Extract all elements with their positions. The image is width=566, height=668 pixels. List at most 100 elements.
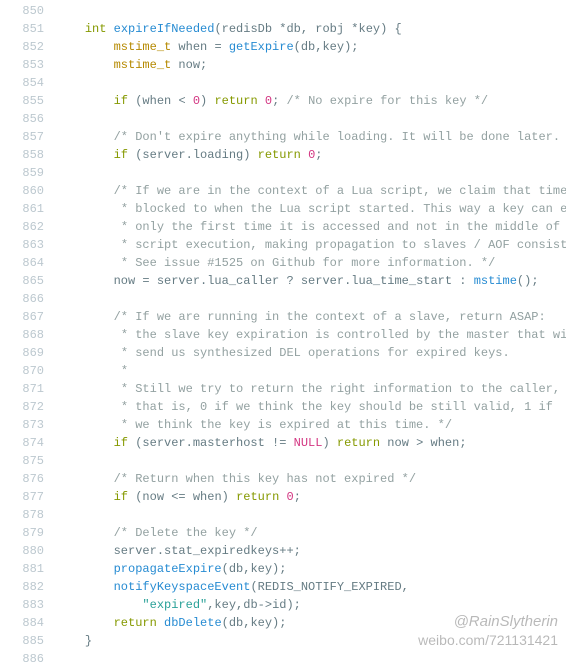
code-line: 869 * send us synthesized DEL operations…: [0, 344, 566, 362]
code-line: 870 *: [0, 362, 566, 380]
line-number: 856: [0, 110, 56, 128]
line-number: 854: [0, 74, 56, 92]
code-line: 862 * only the first time it is accessed…: [0, 218, 566, 236]
line-source: mstime_t when = getExpire(db,key);: [56, 38, 566, 56]
line-number: 862: [0, 218, 56, 236]
line-number: 857: [0, 128, 56, 146]
code-line: 863 * script execution, making propagati…: [0, 236, 566, 254]
code-line: 874 if (server.masterhost != NULL) retur…: [0, 434, 566, 452]
line-source: return dbDelete(db,key);: [56, 614, 566, 632]
line-number: 865: [0, 272, 56, 290]
line-source: * script execution, making propagation t…: [56, 236, 566, 254]
line-source: propagateExpire(db,key);: [56, 560, 566, 578]
line-source: * the slave key expiration is controlled…: [56, 326, 566, 344]
line-number: 851: [0, 20, 56, 38]
line-number: 859: [0, 164, 56, 182]
code-line: 859: [0, 164, 566, 182]
code-line: 881 propagateExpire(db,key);: [0, 560, 566, 578]
line-number: 861: [0, 200, 56, 218]
line-source: [56, 506, 566, 524]
line-number: 882: [0, 578, 56, 596]
line-number: 885: [0, 632, 56, 650]
line-number: 875: [0, 452, 56, 470]
line-number: 863: [0, 236, 56, 254]
code-line: 882 notifyKeyspaceEvent(REDIS_NOTIFY_EXP…: [0, 578, 566, 596]
line-source: * that is, 0 if we think the key should …: [56, 398, 566, 416]
code-line: 856: [0, 110, 566, 128]
code-line: 872 * that is, 0 if we think the key sho…: [0, 398, 566, 416]
code-line: 867 /* If we are running in the context …: [0, 308, 566, 326]
code-line: 864 * See issue #1525 on Github for more…: [0, 254, 566, 272]
code-line: 876 /* Return when this key has not expi…: [0, 470, 566, 488]
line-source: [56, 452, 566, 470]
line-number: 883: [0, 596, 56, 614]
code-line: 866: [0, 290, 566, 308]
code-line: 886: [0, 650, 566, 668]
line-number: 853: [0, 56, 56, 74]
code-line: 877 if (now <= when) return 0;: [0, 488, 566, 506]
line-source: [56, 74, 566, 92]
code-line: 860 /* If we are in the context of a Lua…: [0, 182, 566, 200]
line-number: 867: [0, 308, 56, 326]
code-line: 858 if (server.loading) return 0;: [0, 146, 566, 164]
code-line: 875: [0, 452, 566, 470]
code-line: 868 * the slave key expiration is contro…: [0, 326, 566, 344]
line-number: 886: [0, 650, 56, 668]
line-source: [56, 110, 566, 128]
line-number: 855: [0, 92, 56, 110]
line-source: int expireIfNeeded(redisDb *db, robj *ke…: [56, 20, 566, 38]
line-source: [56, 2, 566, 20]
line-number: 873: [0, 416, 56, 434]
line-source: [56, 650, 566, 668]
line-source: /* Don't expire anything while loading. …: [56, 128, 566, 146]
code-line: 855 if (when < 0) return 0; /* No expire…: [0, 92, 566, 110]
line-number: 868: [0, 326, 56, 344]
line-source: * See issue #1525 on Github for more inf…: [56, 254, 566, 272]
code-line: 873 * we think the key is expired at thi…: [0, 416, 566, 434]
line-source: notifyKeyspaceEvent(REDIS_NOTIFY_EXPIRED…: [56, 578, 566, 596]
code-line: 853 mstime_t now;: [0, 56, 566, 74]
code-line: 850: [0, 2, 566, 20]
line-source: * we think the key is expired at this ti…: [56, 416, 566, 434]
line-source: /* Delete the key */: [56, 524, 566, 542]
line-source: "expired",key,db->id);: [56, 596, 566, 614]
line-source: * Still we try to return the right infor…: [56, 380, 566, 398]
line-number: 876: [0, 470, 56, 488]
line-number: 874: [0, 434, 56, 452]
line-number: 881: [0, 560, 56, 578]
line-number: 872: [0, 398, 56, 416]
code-line: 883 "expired",key,db->id);: [0, 596, 566, 614]
line-number: 871: [0, 380, 56, 398]
line-number: 884: [0, 614, 56, 632]
line-number: 878: [0, 506, 56, 524]
code-block: 850851 int expireIfNeeded(redisDb *db, r…: [0, 0, 566, 668]
line-number: 852: [0, 38, 56, 56]
line-number: 860: [0, 182, 56, 200]
code-line: 851 int expireIfNeeded(redisDb *db, robj…: [0, 20, 566, 38]
line-number: 879: [0, 524, 56, 542]
code-line: 852 mstime_t when = getExpire(db,key);: [0, 38, 566, 56]
line-source: mstime_t now;: [56, 56, 566, 74]
line-number: 877: [0, 488, 56, 506]
line-source: * only the first time it is accessed and…: [56, 218, 566, 236]
line-source: if (when < 0) return 0; /* No expire for…: [56, 92, 566, 110]
line-source: [56, 290, 566, 308]
code-line: 857 /* Don't expire anything while loadi…: [0, 128, 566, 146]
code-line: 885 }: [0, 632, 566, 650]
line-source: server.stat_expiredkeys++;: [56, 542, 566, 560]
code-line: 879 /* Delete the key */: [0, 524, 566, 542]
code-line: 871 * Still we try to return the right i…: [0, 380, 566, 398]
code-line: 878: [0, 506, 566, 524]
line-number: 864: [0, 254, 56, 272]
line-number: 870: [0, 362, 56, 380]
line-number: 880: [0, 542, 56, 560]
line-source: * send us synthesized DEL operations for…: [56, 344, 566, 362]
code-line: 861 * blocked to when the Lua script sta…: [0, 200, 566, 218]
code-line: 854: [0, 74, 566, 92]
line-source: *: [56, 362, 566, 380]
line-source: if (server.masterhost != NULL) return no…: [56, 434, 566, 452]
line-source: /* Return when this key has not expired …: [56, 470, 566, 488]
line-number: 866: [0, 290, 56, 308]
line-source: if (server.loading) return 0;: [56, 146, 566, 164]
line-source: /* If we are running in the context of a…: [56, 308, 566, 326]
